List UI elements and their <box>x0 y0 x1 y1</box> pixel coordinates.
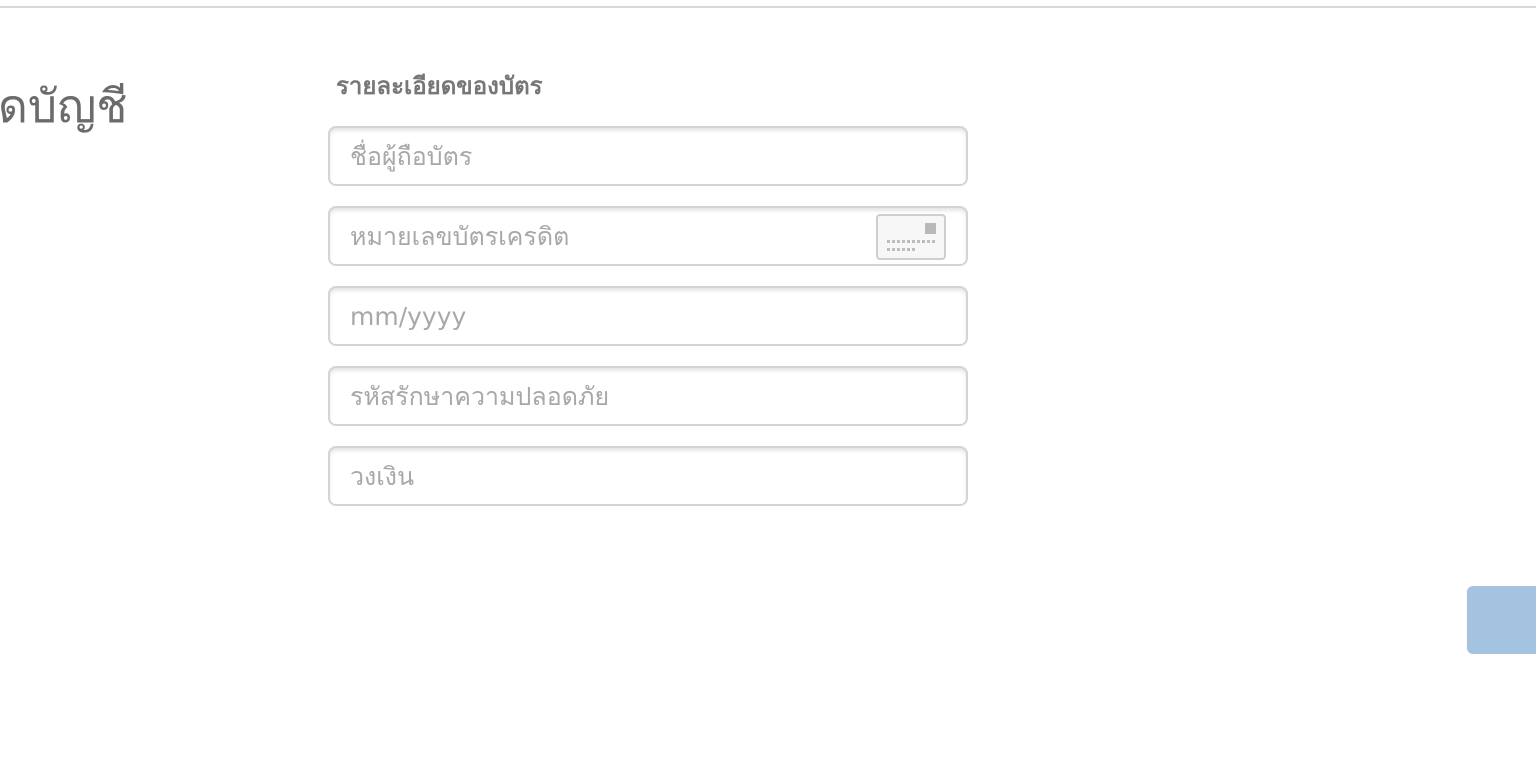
section-title: ดบัญชี <box>0 79 128 133</box>
card-chip-mark <box>925 223 936 234</box>
security-code-field <box>328 366 968 426</box>
card-number-field <box>328 206 968 266</box>
card-number-input[interactable] <box>350 208 870 264</box>
expiry-date-field <box>328 286 968 346</box>
card-number-dots <box>887 240 937 243</box>
cardholder-name-field <box>328 126 968 186</box>
continue-button[interactable] <box>1467 586 1536 654</box>
card-name-dots <box>887 248 917 251</box>
card-details-heading: รายละเอียดของบัตร <box>336 72 543 100</box>
top-divider <box>0 6 1536 8</box>
expiry-date-input[interactable] <box>350 288 870 344</box>
credit-card-icon <box>876 214 946 260</box>
amount-field <box>328 446 968 506</box>
amount-input[interactable] <box>350 448 870 504</box>
cardholder-name-input[interactable] <box>350 128 870 184</box>
security-code-input[interactable] <box>350 368 870 424</box>
